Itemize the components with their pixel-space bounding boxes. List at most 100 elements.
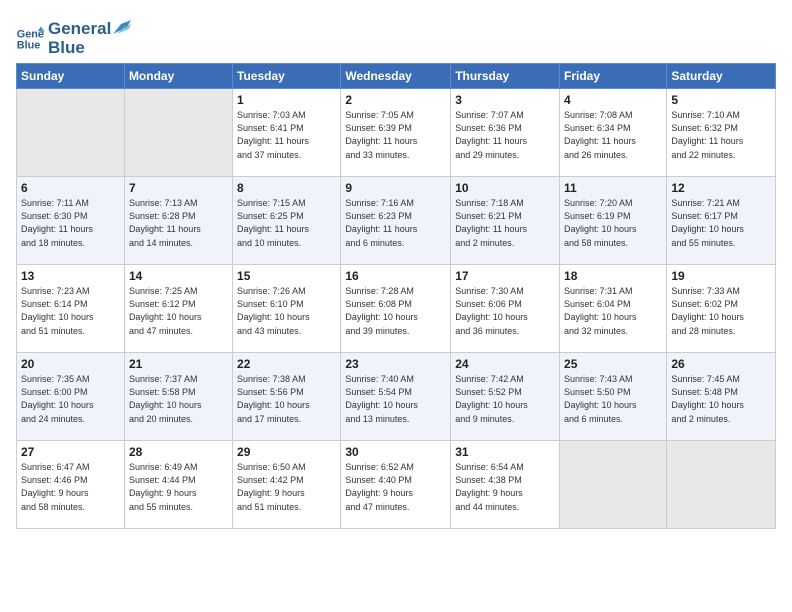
day-cell: 11 Sunrise: 7:20 AM Sunset: 6:19 PM Dayli… xyxy=(560,177,667,265)
day-number: 29 xyxy=(237,445,336,459)
day-cell: 19Sunrise: 7:33 AM Sunset: 6:02 PM Dayli… xyxy=(667,265,776,353)
day-number: 13 xyxy=(21,269,120,283)
weekday-header-friday: Friday xyxy=(560,64,667,89)
logo-text-blue: Blue xyxy=(48,39,131,58)
day-number: 27 xyxy=(21,445,120,459)
day-cell: 20 Sunrise: 7:35 AM Sunset: 6:00 PM Dayli… xyxy=(17,353,125,441)
day-detail: Sunrise: 6:49 AM Sunset: 4:44 PM Dayligh… xyxy=(129,461,228,513)
day-number: 18 xyxy=(564,269,662,283)
day-number: 26 xyxy=(671,357,771,371)
week-row-5: 27 Sunrise: 6:47 AM Sunset: 4:46 PM Dayli… xyxy=(17,441,776,529)
calendar-table: SundayMondayTuesdayWednesdayThursdayFrid… xyxy=(16,63,776,529)
day-cell xyxy=(667,441,776,529)
logo-text-general: General xyxy=(48,20,131,39)
day-cell xyxy=(17,89,125,177)
day-cell: 21Sunrise: 7:37 AM Sunset: 5:58 PM Dayli… xyxy=(124,353,232,441)
day-detail: Sunrise: 7:10 AM Sunset: 6:32 PM Dayligh… xyxy=(671,109,771,161)
day-number: 6 xyxy=(21,181,120,195)
day-cell: 12 Sunrise: 7:21 AM Sunset: 6:17 PM Dayli… xyxy=(667,177,776,265)
day-detail: Sunrise: 7:23 AM Sunset: 6:14 PM Dayligh… xyxy=(21,285,120,337)
day-cell: 9Sunrise: 7:16 AM Sunset: 6:23 PM Daylig… xyxy=(341,177,451,265)
day-detail: Sunrise: 7:18 AM Sunset: 6:21 PM Dayligh… xyxy=(455,197,555,249)
logo: General Blue General Blue xyxy=(16,20,131,57)
day-detail: Sunrise: 6:52 AM Sunset: 4:40 PM Dayligh… xyxy=(345,461,446,513)
logo-wing-icon xyxy=(113,20,131,34)
day-number: 4 xyxy=(564,93,662,107)
day-cell: 27 Sunrise: 6:47 AM Sunset: 4:46 PM Dayli… xyxy=(17,441,125,529)
day-cell: 17Sunrise: 7:30 AM Sunset: 6:06 PM Dayli… xyxy=(451,265,560,353)
day-number: 30 xyxy=(345,445,446,459)
day-detail: Sunrise: 7:40 AM Sunset: 5:54 PM Dayligh… xyxy=(345,373,446,425)
day-cell: 18Sunrise: 7:31 AM Sunset: 6:04 PM Dayli… xyxy=(560,265,667,353)
day-detail: Sunrise: 7:21 AM Sunset: 6:17 PM Dayligh… xyxy=(671,197,771,249)
day-detail: Sunrise: 7:28 AM Sunset: 6:08 PM Dayligh… xyxy=(345,285,446,337)
day-detail: Sunrise: 7:30 AM Sunset: 6:06 PM Dayligh… xyxy=(455,285,555,337)
day-cell: 28 Sunrise: 6:49 AM Sunset: 4:44 PM Dayli… xyxy=(124,441,232,529)
day-detail: Sunrise: 6:50 AM Sunset: 4:42 PM Dayligh… xyxy=(237,461,336,513)
day-number: 22 xyxy=(237,357,336,371)
day-cell: 8Sunrise: 7:15 AM Sunset: 6:25 PM Daylig… xyxy=(233,177,341,265)
day-number: 12 xyxy=(671,181,771,195)
day-number: 8 xyxy=(237,181,336,195)
day-detail: Sunrise: 7:43 AM Sunset: 5:50 PM Dayligh… xyxy=(564,373,662,425)
header: General Blue General Blue xyxy=(16,16,776,57)
week-row-1: 1 Sunrise: 7:03 AM Sunset: 6:41 PM Daylig… xyxy=(17,89,776,177)
day-detail: Sunrise: 7:13 AM Sunset: 6:28 PM Dayligh… xyxy=(129,197,228,249)
day-detail: Sunrise: 7:33 AM Sunset: 6:02 PM Dayligh… xyxy=(671,285,771,337)
day-cell: 26 Sunrise: 7:45 AM Sunset: 5:48 PM Dayli… xyxy=(667,353,776,441)
day-detail: Sunrise: 6:54 AM Sunset: 4:38 PM Dayligh… xyxy=(455,461,555,513)
weekday-header-thursday: Thursday xyxy=(451,64,560,89)
logo-icon: General Blue xyxy=(16,25,44,53)
day-number: 28 xyxy=(129,445,228,459)
day-cell: 24Sunrise: 7:42 AM Sunset: 5:52 PM Dayli… xyxy=(451,353,560,441)
day-cell: 6 Sunrise: 7:11 AM Sunset: 6:30 PM Daylig… xyxy=(17,177,125,265)
weekday-header-saturday: Saturday xyxy=(667,64,776,89)
day-cell: 31 Sunrise: 6:54 AM Sunset: 4:38 PM Dayli… xyxy=(451,441,560,529)
day-cell: 3 Sunrise: 7:07 AM Sunset: 6:36 PM Daylig… xyxy=(451,89,560,177)
day-number: 16 xyxy=(345,269,446,283)
day-detail: Sunrise: 7:38 AM Sunset: 5:56 PM Dayligh… xyxy=(237,373,336,425)
day-number: 7 xyxy=(129,181,228,195)
day-cell: 22 Sunrise: 7:38 AM Sunset: 5:56 PM Dayli… xyxy=(233,353,341,441)
day-cell: 29 Sunrise: 6:50 AM Sunset: 4:42 PM Dayli… xyxy=(233,441,341,529)
day-detail: Sunrise: 7:26 AM Sunset: 6:10 PM Dayligh… xyxy=(237,285,336,337)
weekday-header-wednesday: Wednesday xyxy=(341,64,451,89)
day-number: 31 xyxy=(455,445,555,459)
day-detail: Sunrise: 7:35 AM Sunset: 6:00 PM Dayligh… xyxy=(21,373,120,425)
day-number: 1 xyxy=(237,93,336,107)
day-cell: 2 Sunrise: 7:05 AM Sunset: 6:39 PM Daylig… xyxy=(341,89,451,177)
day-cell: 10Sunrise: 7:18 AM Sunset: 6:21 PM Dayli… xyxy=(451,177,560,265)
week-row-2: 6 Sunrise: 7:11 AM Sunset: 6:30 PM Daylig… xyxy=(17,177,776,265)
day-cell: 25Sunrise: 7:43 AM Sunset: 5:50 PM Dayli… xyxy=(560,353,667,441)
calendar-container: General Blue General Blue xyxy=(0,0,792,537)
day-cell: 23 Sunrise: 7:40 AM Sunset: 5:54 PM Dayli… xyxy=(341,353,451,441)
day-cell: 1 Sunrise: 7:03 AM Sunset: 6:41 PM Daylig… xyxy=(233,89,341,177)
day-cell: 16 Sunrise: 7:28 AM Sunset: 6:08 PM Dayli… xyxy=(341,265,451,353)
day-cell: 14Sunrise: 7:25 AM Sunset: 6:12 PM Dayli… xyxy=(124,265,232,353)
day-cell: 13 Sunrise: 7:23 AM Sunset: 6:14 PM Dayli… xyxy=(17,265,125,353)
weekday-header-row: SundayMondayTuesdayWednesdayThursdayFrid… xyxy=(17,64,776,89)
day-number: 20 xyxy=(21,357,120,371)
day-number: 5 xyxy=(671,93,771,107)
day-number: 3 xyxy=(455,93,555,107)
day-detail: Sunrise: 7:45 AM Sunset: 5:48 PM Dayligh… xyxy=(671,373,771,425)
weekday-header-sunday: Sunday xyxy=(17,64,125,89)
day-cell xyxy=(560,441,667,529)
day-cell: 5 Sunrise: 7:10 AM Sunset: 6:32 PM Daylig… xyxy=(667,89,776,177)
day-number: 2 xyxy=(345,93,446,107)
svg-text:Blue: Blue xyxy=(17,39,41,51)
day-number: 11 xyxy=(564,181,662,195)
day-detail: Sunrise: 7:03 AM Sunset: 6:41 PM Dayligh… xyxy=(237,109,336,161)
weekday-header-tuesday: Tuesday xyxy=(233,64,341,89)
day-number: 15 xyxy=(237,269,336,283)
week-row-3: 13 Sunrise: 7:23 AM Sunset: 6:14 PM Dayli… xyxy=(17,265,776,353)
day-detail: Sunrise: 7:20 AM Sunset: 6:19 PM Dayligh… xyxy=(564,197,662,249)
day-detail: Sunrise: 7:07 AM Sunset: 6:36 PM Dayligh… xyxy=(455,109,555,161)
week-row-4: 20 Sunrise: 7:35 AM Sunset: 6:00 PM Dayli… xyxy=(17,353,776,441)
day-detail: Sunrise: 7:05 AM Sunset: 6:39 PM Dayligh… xyxy=(345,109,446,161)
day-detail: Sunrise: 7:11 AM Sunset: 6:30 PM Dayligh… xyxy=(21,197,120,249)
day-number: 23 xyxy=(345,357,446,371)
day-detail: Sunrise: 6:47 AM Sunset: 4:46 PM Dayligh… xyxy=(21,461,120,513)
day-cell: 7 Sunrise: 7:13 AM Sunset: 6:28 PM Daylig… xyxy=(124,177,232,265)
day-number: 14 xyxy=(129,269,228,283)
